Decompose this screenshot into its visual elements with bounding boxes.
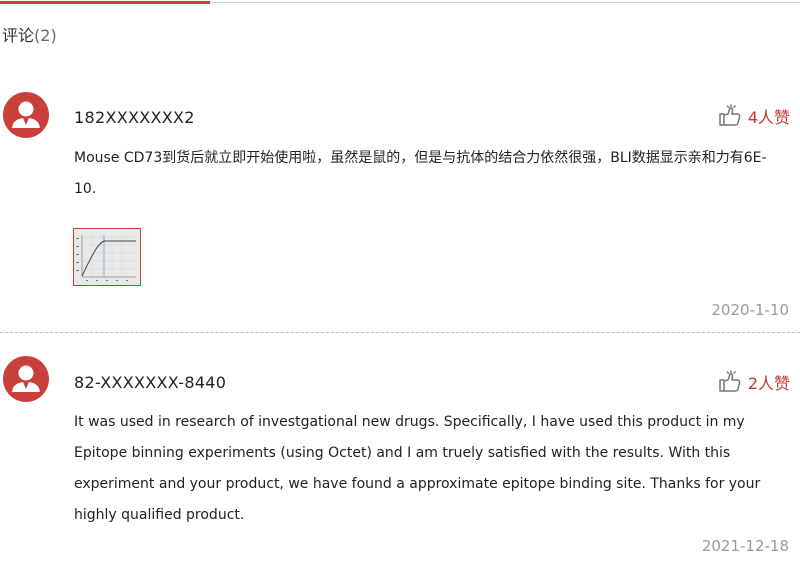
comment-username: 82-XXXXXXX-8440 — [74, 373, 227, 392]
comments-heading: 评论(2) — [2, 22, 57, 46]
like-count: 4人赞 — [747, 108, 790, 127]
comment-date: 2020-1-10 — [711, 301, 789, 319]
comment-image-thumbnail[interactable] — [73, 228, 141, 286]
thumbs-up-icon — [719, 104, 741, 126]
comment-text: It was used in research of investgationa… — [74, 414, 761, 523]
user-avatar-icon — [3, 356, 49, 402]
comment-date: 2021-12-18 — [701, 537, 789, 555]
like-button[interactable]: 2人赞 — [718, 370, 790, 394]
thumbs-up-icon — [719, 370, 741, 392]
comment-divider — [0, 332, 800, 333]
comment-text: Mouse CD73到货后就立即开始使用啦，虽然是鼠的，但是与抗体的结合力依然很… — [74, 150, 767, 197]
binding-curve-thumbnail-image — [74, 229, 140, 285]
like-count: 2人赞 — [747, 374, 790, 393]
like-button[interactable]: 4人赞 — [718, 104, 790, 128]
comment-username: 182XXXXXXX2 — [74, 108, 195, 127]
user-avatar-icon — [3, 92, 49, 138]
active-tab-indicator — [0, 1, 210, 4]
comments-heading-label: 评论 — [2, 26, 35, 45]
comments-count: (2) — [34, 26, 57, 45]
